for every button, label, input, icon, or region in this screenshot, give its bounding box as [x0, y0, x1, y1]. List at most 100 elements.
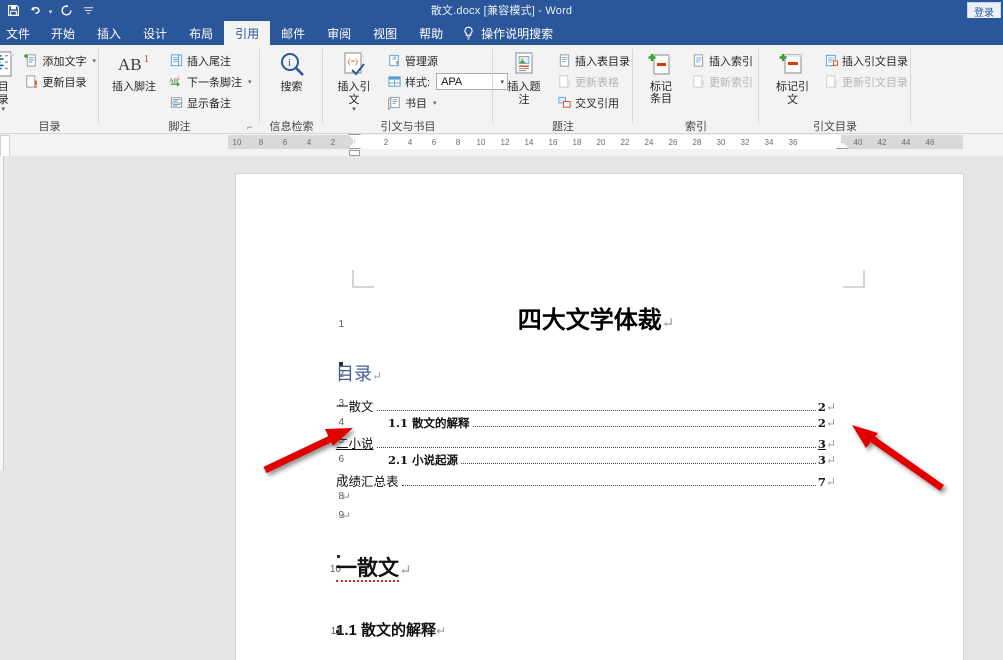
update-toc-icon	[23, 74, 39, 90]
update-index-icon	[690, 74, 706, 90]
toc-entry-row[interactable]: 2.1 小说起源 3 ↵	[336, 452, 836, 469]
document-title-text: 四大文学体裁	[518, 305, 662, 334]
smart-lookup-button[interactable]: i 搜索	[272, 49, 312, 94]
chevron-down-icon[interactable]: ▾	[92, 57, 96, 65]
ruler-tick: 2	[379, 135, 393, 149]
cross-reference-button[interactable]: 交叉引用	[553, 92, 633, 113]
paragraph-mark: ↵	[826, 416, 836, 430]
chevron-down-icon[interactable]: ▾	[248, 78, 252, 86]
tab-review[interactable]: 审阅	[316, 21, 362, 45]
footnotes-dialog-launcher[interactable]: ⌐	[247, 122, 257, 132]
ruler-tick: 4	[403, 135, 417, 149]
tab-view[interactable]: 视图	[362, 21, 408, 45]
citation-style-label: 样式:	[405, 74, 430, 90]
next-footnote-label: 下一条脚注	[187, 74, 242, 90]
ruler-tick: 10	[474, 135, 488, 149]
heading-2[interactable]: 1.1 散文的解释↵	[336, 619, 446, 640]
paragraph-mark: ↵	[826, 475, 836, 489]
chevron-down-icon[interactable]: ▾	[352, 106, 356, 114]
tab-home[interactable]: 开始	[40, 21, 86, 45]
toc-entry-row[interactable]: 成绩汇总表 7 ↵	[336, 471, 836, 488]
ribbon: 目录 ▾ 添加文字 ▾	[0, 45, 1003, 134]
ruler-tick: 8	[254, 135, 268, 149]
ribbon-group-index: 标记条目 插入索引 更新索引	[633, 45, 759, 134]
update-table-of-authorities-icon	[823, 74, 839, 90]
insert-index-icon	[690, 53, 706, 69]
mark-entry-button[interactable]: 标记条目	[641, 49, 681, 105]
manage-sources-label: 管理源	[405, 53, 438, 69]
show-notes-button[interactable]: 显示备注	[165, 92, 255, 113]
chevron-down-icon[interactable]: ▾	[1, 106, 5, 114]
show-notes-icon	[168, 95, 184, 111]
mark-citation-button[interactable]: 标记引文	[769, 49, 816, 106]
insert-footnote-button[interactable]: AB1 插入脚注	[107, 49, 161, 94]
navigation-pane-edge	[0, 156, 4, 470]
toc-entry-row-selected[interactable]: 二小说 3 ↵	[336, 433, 836, 450]
svg-text:(=): (=)	[348, 57, 358, 66]
smart-lookup-icon: i	[277, 49, 307, 81]
toc-entry-text: 成绩汇总表	[336, 471, 399, 490]
svg-text:i: i	[288, 57, 291, 69]
toc-entry-row[interactable]: 一散文 2 ↵	[336, 396, 836, 413]
tab-mailings[interactable]: 邮件	[270, 21, 316, 45]
ruler-tick: 18	[570, 135, 584, 149]
manage-sources-icon	[386, 53, 402, 69]
document-page[interactable]: 1 2 3 4 5 6 7 8 9 10 11 12 四大文学体裁↵ 目录↵ 一…	[236, 174, 963, 660]
insert-endnote-button[interactable]: 插入尾注	[165, 50, 255, 71]
tell-me-search[interactable]: 操作说明搜索	[454, 21, 561, 45]
group-label-captions: 题注	[493, 117, 633, 134]
ruler-tick: 44	[899, 135, 913, 149]
insert-caption-button[interactable]: 插入题注	[499, 49, 549, 106]
tab-help[interactable]: 帮助	[408, 21, 454, 45]
tab-references[interactable]: 引用	[224, 21, 270, 45]
bibliography-icon	[386, 95, 402, 111]
toc-entry-page: 2	[818, 416, 826, 430]
update-index-button[interactable]: 更新索引	[687, 71, 756, 92]
horizontal-ruler[interactable]: 10 8 6 4 2 2 4 6 8 10 12 14 16 18 20 22 …	[0, 134, 1003, 156]
margin-corner-mark	[352, 270, 374, 288]
paragraph-mark: ↵	[826, 400, 836, 414]
insert-table-of-figures-button[interactable]: 插入表目录	[553, 50, 633, 71]
ribbon-group-citations: (=) 插入引文 ▾ 管理源	[323, 45, 493, 134]
heading-2-text: 1.1 散文的解释	[336, 622, 436, 639]
toc-entry-text: 二小说	[336, 433, 374, 452]
group-label-table-of-authorities: 引文目录	[759, 117, 911, 134]
paragraph-mark: ↵	[372, 369, 382, 383]
toc-entry-row[interactable]: 1.1 散文的解释 2 ↵	[336, 415, 836, 432]
insert-caption-icon	[509, 49, 539, 81]
toc-entry-page: 2	[818, 400, 826, 414]
ruler-tick: 6	[278, 135, 292, 149]
document-title[interactable]: 四大文学体裁↵	[386, 300, 806, 335]
chevron-down-icon[interactable]: ▾	[433, 99, 437, 107]
insert-index-label: 插入索引	[709, 53, 753, 69]
add-text-button[interactable]: 添加文字 ▾	[20, 50, 99, 71]
insert-citation-button[interactable]: (=) 插入引文 ▾	[329, 49, 379, 114]
ruler-tick: 46	[923, 135, 937, 149]
update-table-button[interactable]: 更新表格	[553, 71, 633, 92]
ribbon-group-footnotes: AB1 插入脚注 插入尾注 AB1	[99, 45, 260, 134]
insert-citation-icon: (=)	[339, 49, 369, 81]
next-footnote-icon: AB1	[168, 74, 184, 90]
update-table-of-authorities-button[interactable]: 更新引文目录	[820, 71, 911, 92]
insert-table-of-authorities-button[interactable]: 插入引文目录	[820, 50, 911, 71]
tab-design[interactable]: 设计	[132, 21, 178, 45]
ruler-tick: 6	[427, 135, 441, 149]
heading-1-text: 一散文	[336, 555, 399, 582]
mark-entry-label: 标记条目	[647, 81, 675, 105]
paragraph-mark: ↵	[826, 453, 836, 467]
group-label-research: 信息检索	[260, 117, 323, 134]
ruler-tick: 14	[522, 135, 536, 149]
heading-1[interactable]: 一散文↵	[336, 552, 412, 582]
tab-layout[interactable]: 布局	[178, 21, 224, 45]
toc-heading[interactable]: 目录↵	[336, 360, 382, 386]
citation-style-value: APA	[441, 76, 462, 88]
tab-file[interactable]: 文件	[0, 21, 40, 45]
toc-entry-text: 2.1 小说起源	[388, 452, 458, 468]
sign-in-button[interactable]: 登录	[967, 2, 1001, 18]
insert-index-button[interactable]: 插入索引	[687, 50, 756, 71]
next-footnote-button[interactable]: AB1 下一条脚注 ▾	[165, 71, 255, 92]
tab-insert[interactable]: 插入	[86, 21, 132, 45]
update-toc-button[interactable]: 更新目录	[20, 71, 99, 92]
toc-button[interactable]: 目录 ▾	[0, 49, 18, 114]
tab-stop-selector[interactable]	[0, 135, 10, 157]
